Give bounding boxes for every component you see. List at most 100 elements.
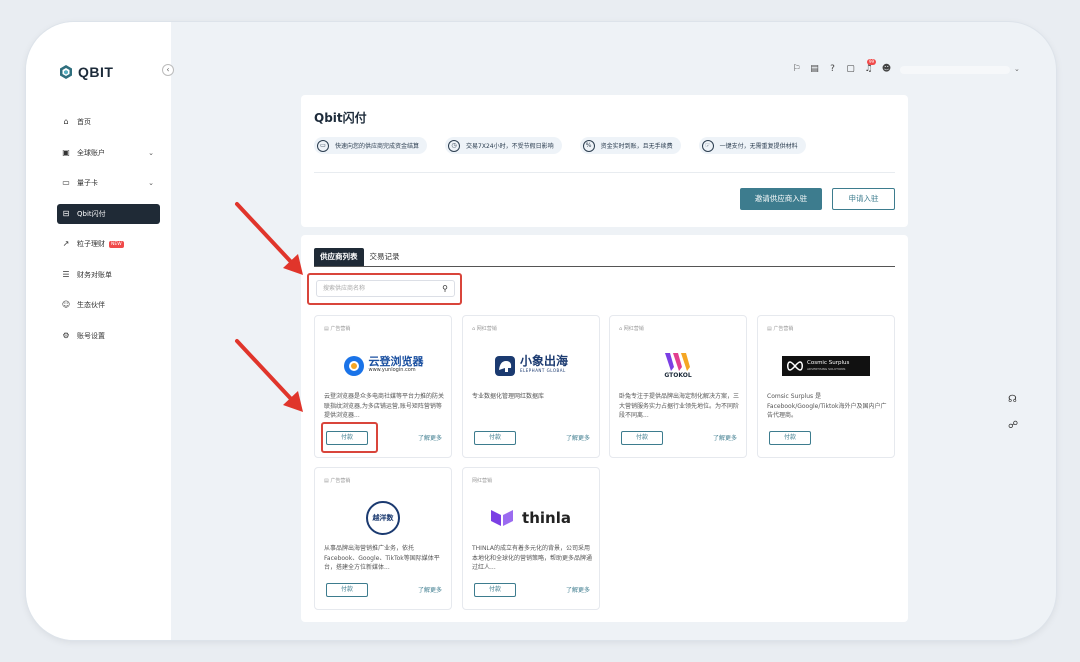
supplier-logo: 云登浏览器 www.yunlogin.com — [315, 346, 451, 386]
supplier-logo: 小象出海 ELEPHANT GLOBAL — [463, 346, 599, 386]
supplier-card[interactable]: ⌂ 网红营销 GTOKOL 卧兔专注于提供品牌出海定制化解决方案，三大营销服务实… — [609, 315, 747, 458]
settings-icon: ⚙ — [62, 330, 70, 340]
search-highlight-box — [307, 273, 462, 305]
tab-supplier-list[interactable]: 供应商列表 — [314, 247, 364, 266]
supplier-logo: Cosmic Surplus ADVERTISING SOLUTIONS — [758, 346, 894, 386]
sidebar-item-label: 财务对账单 — [77, 270, 112, 279]
supplier-logo-text: 越洋数 — [366, 501, 400, 535]
app-window: QBIT ‹ ⌂ 首页 ▣ 全球账户 ⌄ ▭ 量子卡 ⌄ ⊟ Qbit闪付 ↗ … — [26, 22, 1056, 640]
thinla-logo-icon — [491, 510, 514, 526]
sidebar-item-label: 生态伙伴 — [77, 301, 105, 309]
supplier-logo: GTOKOL — [610, 346, 746, 386]
sidebar-item-statement[interactable]: ☰ 财务对账单 — [57, 265, 160, 285]
divider — [314, 172, 895, 173]
chevron-down-icon: ⌄ — [148, 179, 154, 187]
cosmic-surplus-logo: Cosmic Surplus ADVERTISING SOLUTIONS — [782, 356, 870, 376]
app-name: QBIT — [78, 64, 114, 80]
tab-transaction-records[interactable]: 交易记录 — [364, 248, 406, 266]
pay-button[interactable]: 付款 — [621, 431, 663, 445]
supplier-logo: thinla — [463, 498, 599, 538]
pay-button[interactable]: 付款 — [769, 431, 811, 445]
sidebar-item-label: 全球账户 — [77, 148, 105, 157]
supplier-logo: 越洋数 — [315, 498, 451, 538]
customer-service-icon[interactable]: ☊ — [1008, 394, 1017, 405]
topbar-icons: ⚐ ▤ ? ▢ ♫ 99 ☻ — [791, 59, 892, 74]
collapse-sidebar-button[interactable]: ‹ — [162, 64, 174, 76]
card-icon: ▭ — [62, 178, 70, 187]
supplier-category: ▤ 广告营销 — [324, 478, 351, 484]
supplier-card[interactable]: 网红营销 thinla THINLA的成立有着多元化的背景，公司采用本地化和全球… — [462, 467, 600, 610]
flash-pay-icon: ⊟ — [62, 208, 70, 218]
chevron-down-icon: ⌄ — [148, 148, 154, 157]
new-badge: NEW — [109, 240, 124, 248]
apply-join-button[interactable]: 申请入驻 — [832, 188, 895, 210]
account-icon: ▣ — [62, 147, 70, 157]
supplier-description: Comsic Surplus 是Facebook/Google/Tiktok海外… — [767, 393, 887, 419]
feature-text: 交易7X24小时，不受节假日影响 — [466, 143, 554, 150]
tab-bar: 供应商列表 交易记录 — [314, 247, 895, 267]
pay-button[interactable]: 付款 — [326, 583, 368, 597]
supplier-logo-text: thinla — [522, 509, 571, 527]
red-arrow-icon — [235, 202, 303, 275]
wallet-icon[interactable]: ▤ — [809, 64, 820, 74]
feature-text: 快速向您的供应商完成资金结算 — [335, 143, 420, 150]
sidebar-item-global-account[interactable]: ▣ 全球账户 ⌄ — [57, 143, 160, 163]
supplier-category: 网红营销 — [472, 478, 493, 484]
sidebar-item-account-settings[interactable]: ⚙ 账号设置 — [57, 326, 160, 346]
supplier-description: 从事品牌出海营销推广业务，依托Facebook、Google、TikTok等国际… — [324, 545, 440, 571]
supplier-description: 云登浏览器是众多电商社媒等平台力推的防关联指纹浏览器,为多店铺运营,账号矩阵营销… — [324, 393, 444, 419]
home-icon: ⌂ — [63, 117, 69, 126]
supplier-card[interactable]: ⌂ 网红营销 小象出海 ELEPHANT GLOBAL 专业数据化管理网红数据库… — [462, 315, 600, 458]
no-fee-icon: % — [582, 139, 595, 152]
sidebar: QBIT ‹ ⌂ 首页 ▣ 全球账户 ⌄ ▭ 量子卡 ⌄ ⊟ Qbit闪付 ↗ … — [26, 22, 174, 640]
sidebar-item-home[interactable]: ⌂ 首页 — [57, 112, 160, 132]
statement-icon: ☰ — [62, 269, 70, 279]
pay-button[interactable]: 付款 — [474, 431, 516, 445]
feature-chip: ▭ 快速向您的供应商完成资金结算 — [314, 137, 428, 154]
learn-more-link[interactable]: 了解更多 — [418, 585, 442, 594]
feature-list: ▭ 快速向您的供应商完成资金结算 ◷ 交易7X24小时，不受节假日影响 % 资金… — [314, 137, 806, 154]
logo[interactable]: QBIT — [59, 64, 113, 80]
user-name-blurred[interactable] — [900, 66, 1010, 74]
supplier-logo-subtext: www.yunlogin.com — [368, 367, 416, 373]
supplier-card[interactable]: ▤ 广告营销 越洋数 从事品牌出海营销推广业务，依托Facebook、Googl… — [314, 467, 452, 610]
notification-badge: 99 — [867, 59, 877, 65]
bell-icon[interactable]: ♫ 99 — [863, 59, 877, 74]
clock-icon: ◷ — [448, 139, 461, 152]
infinity-logo-icon — [787, 361, 803, 371]
elephant-logo-icon — [494, 356, 515, 376]
learn-more-link[interactable]: 了解更多 — [566, 585, 590, 594]
document-icon[interactable]: ▢ — [845, 64, 856, 74]
supplier-logo-text: 小象出海 — [519, 354, 568, 368]
learn-more-link[interactable]: 了解更多 — [566, 433, 590, 442]
sidebar-item-particle-finance[interactable]: ↗ 粒子理财 NEW — [57, 234, 160, 254]
invite-supplier-button[interactable]: 邀请供应商入驻 — [740, 188, 822, 210]
sidebar-nav: ⌂ 首页 ▣ 全球账户 ⌄ ▭ 量子卡 ⌄ ⊟ Qbit闪付 ↗ 粒子理财 NE… — [57, 112, 160, 356]
pay-button[interactable]: 付款 — [474, 583, 516, 597]
user-icon[interactable]: ☻ — [881, 64, 892, 74]
chart-icon: ↗ — [62, 239, 70, 248]
supplier-category: ▤ 广告营销 — [324, 326, 351, 332]
supplier-logo-subtext: ADVERTISING SOLUTIONS — [807, 367, 846, 371]
page-title: Qbit闪付 — [314, 111, 367, 125]
sidebar-item-label: 量子卡 — [77, 179, 98, 187]
learn-more-link[interactable]: 了解更多 — [713, 433, 737, 442]
chevron-down-icon[interactable]: ⌄ — [1014, 65, 1020, 73]
sidebar-item-quantum-card[interactable]: ▭ 量子卡 ⌄ — [57, 173, 160, 193]
red-arrow-icon — [235, 339, 303, 412]
feature-chip: % 资金实时到账，且无手续费 — [579, 137, 681, 154]
translate-icon[interactable]: ⚐ — [791, 64, 802, 74]
qbit-logo-icon — [60, 65, 72, 79]
feature-chip: ◷ 交易7X24小时，不受节假日影响 — [445, 137, 562, 154]
sidebar-item-qbit-flash-pay[interactable]: ⊟ Qbit闪付 — [57, 203, 160, 224]
one-click-icon: ☞ — [701, 139, 714, 152]
help-icon[interactable]: ? — [827, 64, 838, 74]
sidebar-item-partners[interactable]: ☺ 生态伙伴 — [57, 295, 160, 315]
wallet-icon: ▭ — [317, 139, 329, 152]
learn-more-link[interactable]: 了解更多 — [418, 433, 442, 442]
chat-icon[interactable]: ☍ — [1008, 420, 1018, 431]
feature-chip: ☞ 一键支付，无需重复提供材料 — [698, 137, 806, 154]
supplier-card[interactable]: ▤ 广告营销 Cosmic Surplus ADVERTISING SOLUTI… — [757, 315, 895, 458]
supplier-logo-subtext: ELEPHANT GLOBAL — [519, 368, 566, 373]
yunlogin-logo-icon — [343, 356, 364, 376]
